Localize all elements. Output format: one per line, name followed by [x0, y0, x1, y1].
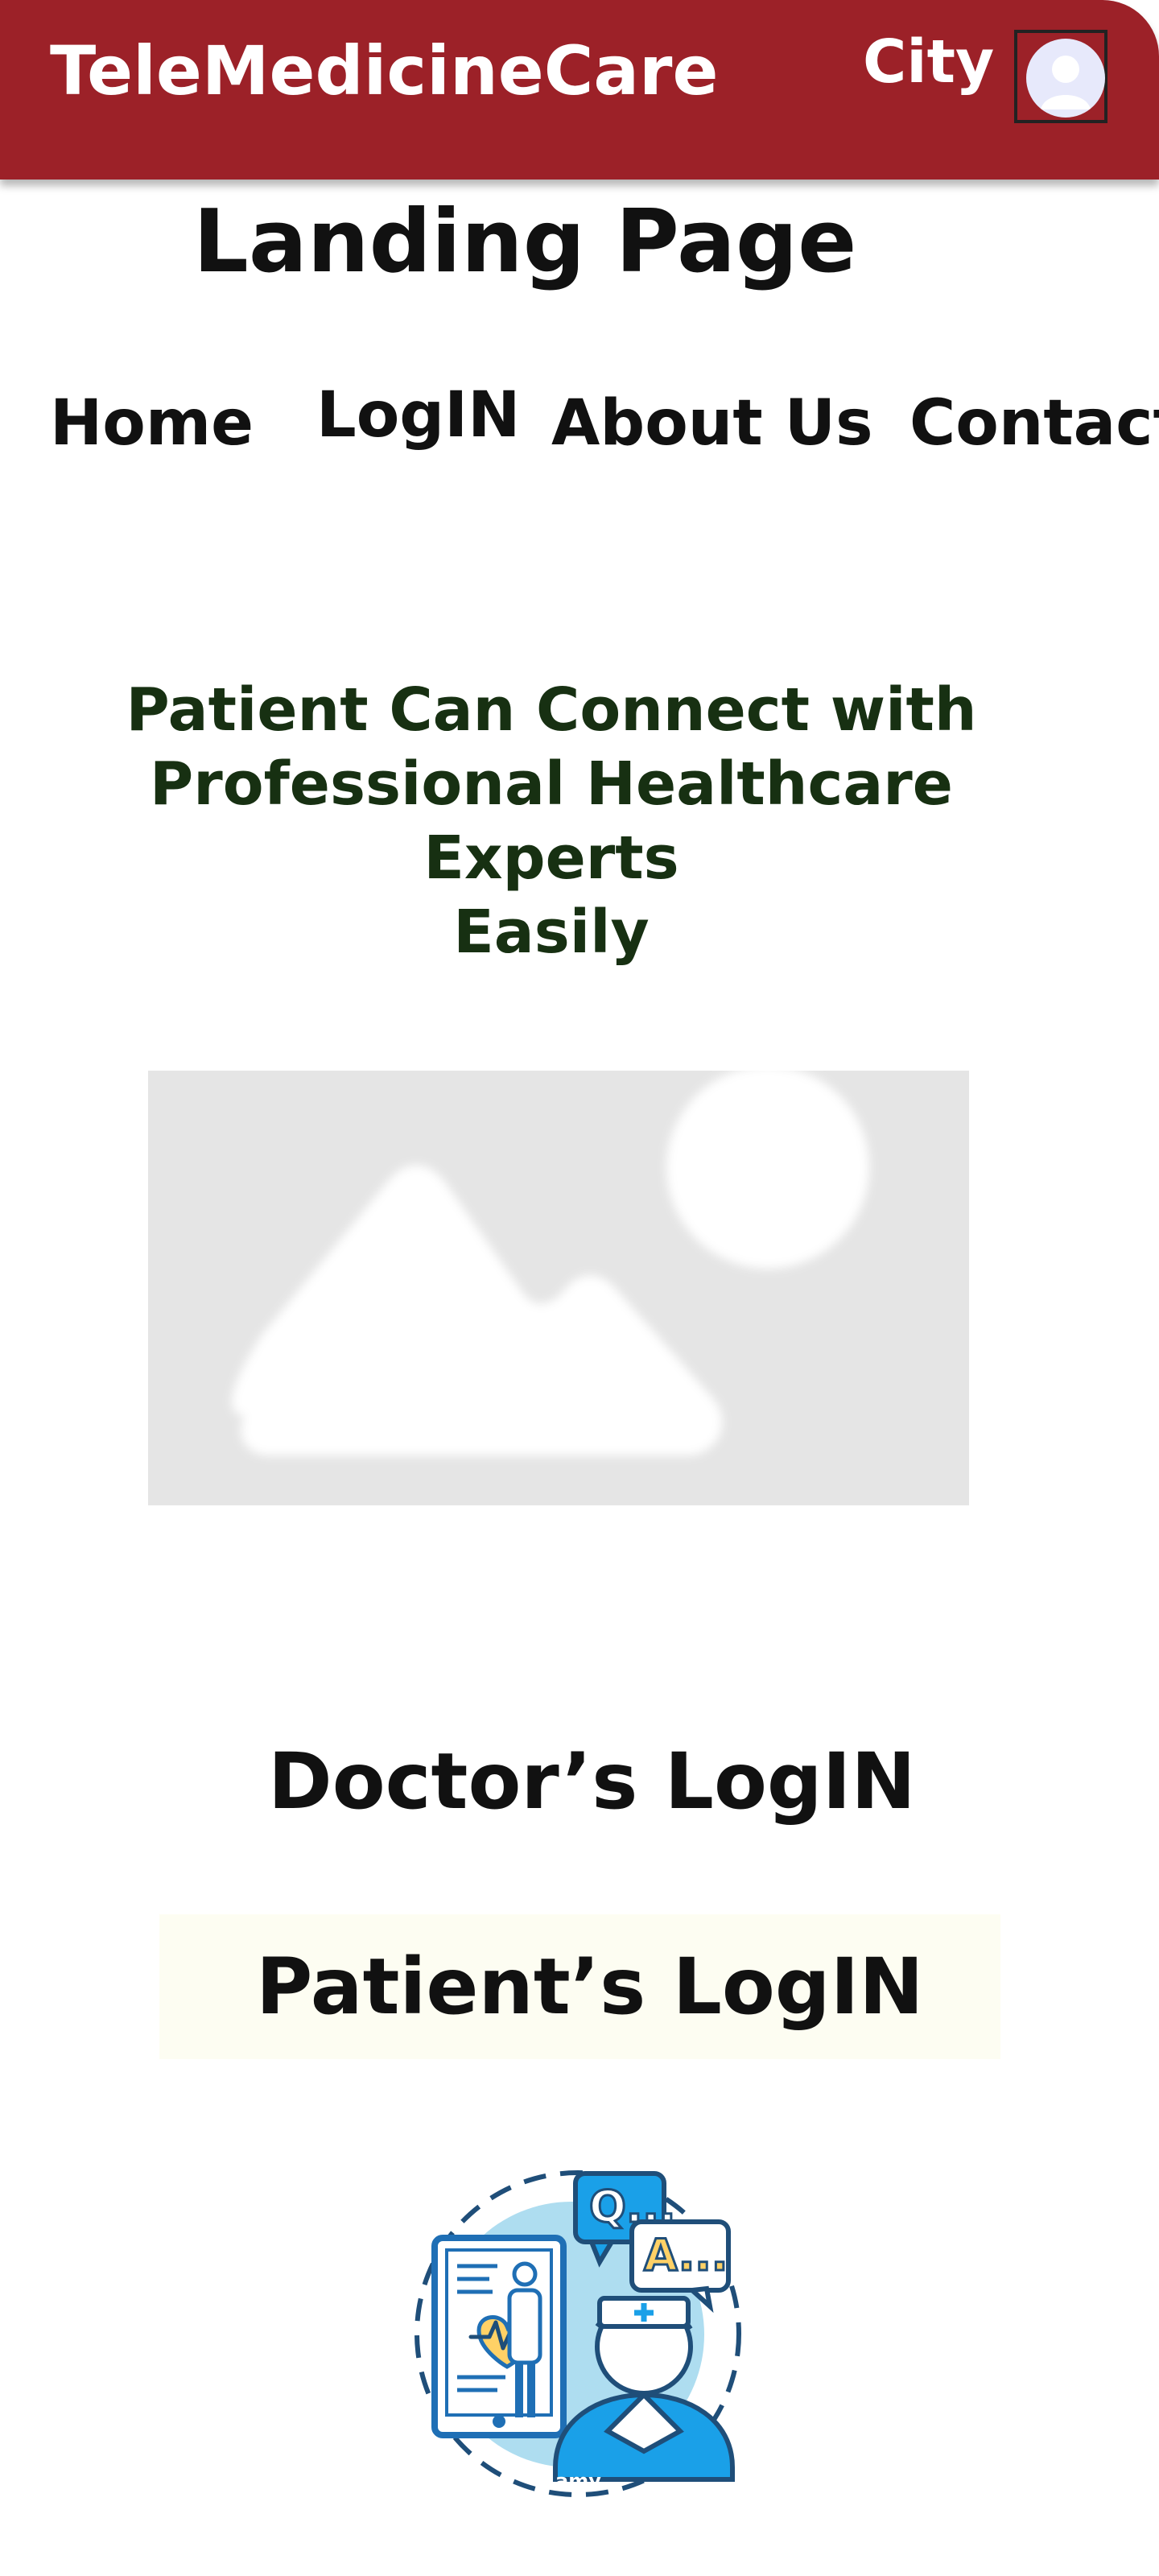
- telemedicine-qa-icon: Q... A... amy: [402, 2161, 757, 2508]
- city-label[interactable]: City: [863, 32, 994, 92]
- nav-login[interactable]: LogIN: [316, 384, 520, 447]
- answer-bubble-text: A...: [644, 2230, 728, 2281]
- avatar-button[interactable]: [1014, 30, 1107, 123]
- hero-line-2: Professional Healthcare Experts: [150, 749, 953, 893]
- user-avatar-icon: [1026, 39, 1105, 118]
- doctor-login-button[interactable]: Doctor’s LogIN: [268, 1743, 916, 1820]
- patient-login-label[interactable]: Patient’s LogIN: [256, 1948, 924, 2025]
- telemedicine-illustration-svg: Q... A... amy: [415, 2170, 741, 2497]
- hero-text: Patient Can Connect with Professional He…: [16, 673, 1087, 969]
- hero-line-1: Patient Can Connect with: [126, 675, 977, 745]
- brand-title[interactable]: TeleMedicineCare: [50, 37, 718, 105]
- hero-line-3: Easily: [453, 898, 650, 967]
- image-placeholder: [148, 1071, 969, 1505]
- illustration-watermark: amy: [555, 2470, 601, 2492]
- nav-contact[interactable]: Contact: [909, 392, 1159, 455]
- nav-about-us[interactable]: About Us: [551, 392, 873, 455]
- nav-home[interactable]: Home: [50, 392, 254, 455]
- page-title: Landing Page: [193, 192, 857, 292]
- user-avatar-icon-svg: [1041, 56, 1091, 109]
- top-bar: TeleMedicineCare City: [0, 0, 1159, 180]
- image-placeholder-icon: [148, 1071, 969, 1505]
